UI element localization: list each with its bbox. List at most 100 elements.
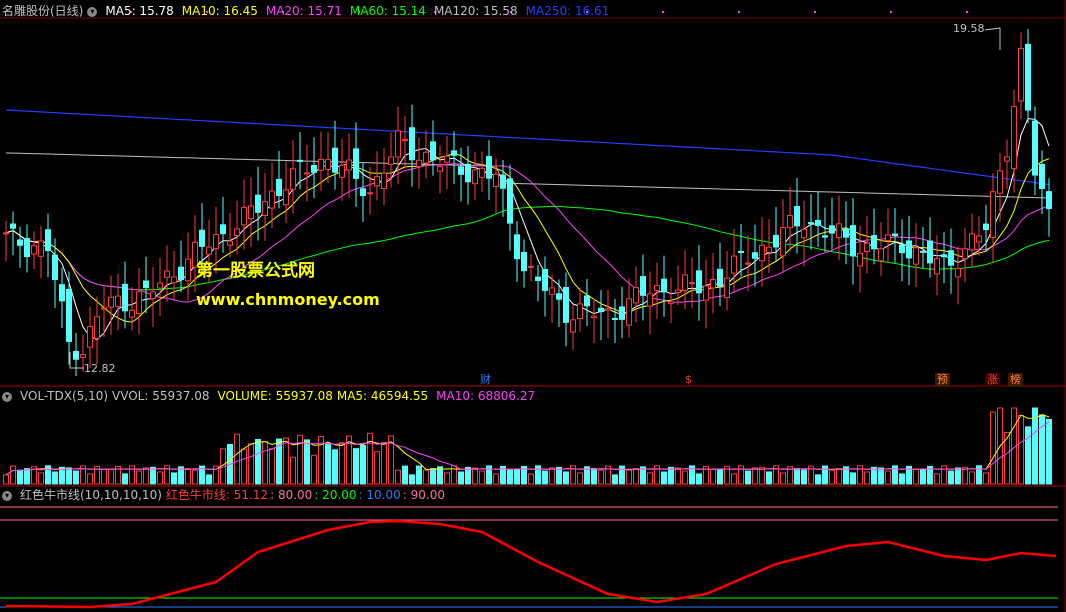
candle-body [773, 234, 779, 248]
volume-bar [192, 469, 198, 485]
volume-bar [913, 468, 919, 485]
candle-body [374, 176, 380, 187]
candle-body [73, 350, 79, 360]
volume-bar [1018, 415, 1024, 485]
candle-body [255, 194, 261, 213]
volume-bar [836, 468, 842, 485]
grid-dot [662, 11, 664, 13]
candle-body [234, 228, 240, 237]
candle-body [87, 325, 93, 348]
candle-body [801, 228, 807, 239]
candle-body [857, 252, 863, 267]
candle-body [850, 225, 856, 257]
watermark-url: www.chnmoney.com [196, 290, 380, 309]
candle-body [353, 148, 359, 179]
candle-body [507, 178, 513, 224]
candle-body [605, 308, 611, 311]
candle-body [955, 267, 961, 278]
candle-body [262, 201, 268, 217]
volume-bar [255, 438, 261, 485]
candle-body [654, 285, 660, 292]
stock-chart-window[interactable]: 名雕股份(日线) ▾ MA5: 15.78 MA10: 16.45 MA20: 15.7… [0, 0, 1066, 612]
candle-body [885, 234, 891, 241]
volume-bar [3, 474, 9, 485]
volume-bar [241, 448, 247, 485]
volume-bar [458, 471, 464, 485]
candle-body [171, 276, 177, 284]
volume-bar [668, 466, 674, 485]
candle-body [675, 289, 681, 294]
volume-value: VOLUME: 55937.08 [217, 389, 333, 403]
volume-bar [136, 470, 142, 485]
volume-bar [983, 472, 989, 485]
candle-body [31, 245, 37, 255]
candle-body [360, 188, 366, 197]
candle-body [990, 191, 996, 238]
volume-bar [934, 473, 940, 485]
level-20-value: : 20.00 [314, 488, 357, 502]
candle-body [836, 223, 842, 238]
collapse-icon[interactable]: ▾ [2, 490, 12, 501]
volume-bar [339, 442, 345, 485]
volume-bar [878, 467, 884, 485]
candle-body [696, 270, 702, 294]
candle-body [52, 254, 58, 280]
candle-body [563, 287, 569, 323]
volume-bar [696, 473, 702, 485]
volume-bar [766, 471, 772, 485]
candle-body [913, 247, 919, 265]
ma5-value: MA5: 15.78 [105, 4, 174, 18]
level-80-value: : 80.00 [270, 488, 313, 502]
candle-body [423, 151, 429, 164]
candle-body [535, 276, 541, 281]
dividend-event-marker[interactable]: $ [683, 373, 694, 387]
candle-body [115, 295, 121, 308]
candle-body [416, 159, 422, 168]
volume-bar [885, 470, 891, 485]
volume-bar [661, 471, 667, 485]
candle-body [521, 251, 527, 272]
collapse-icon[interactable]: ▾ [87, 6, 98, 17]
volume-bar [780, 472, 786, 485]
collapse-icon[interactable]: ▾ [2, 391, 12, 402]
ma250-value: MA250: 16.61 [525, 4, 610, 18]
candle-body [227, 240, 233, 246]
candle-body [59, 284, 65, 302]
candle-body [626, 298, 632, 326]
candle-body [1004, 156, 1010, 162]
candle-body [808, 222, 814, 225]
candle-body [395, 130, 401, 158]
volume-bar [542, 470, 548, 485]
volume-bar [423, 469, 429, 485]
volume-bar [493, 473, 499, 485]
volume-bar [108, 468, 114, 485]
limit-up-event-marker[interactable]: 涨 [985, 373, 1000, 387]
volume-bar [626, 469, 632, 485]
dragon-tiger-event-marker[interactable]: 榜 [1008, 373, 1023, 387]
candle-body [640, 276, 646, 296]
candle-body [787, 214, 793, 229]
high-price-label: 19.58 [953, 22, 985, 35]
candle-body [325, 159, 331, 170]
chart-canvas[interactable] [0, 0, 1066, 612]
candle-body [780, 227, 786, 257]
candle-body [367, 192, 373, 195]
finance-event-marker[interactable]: 财 [478, 373, 493, 387]
candle-body [738, 250, 744, 253]
volume-bar [717, 468, 723, 485]
candle-body [570, 319, 576, 333]
volume-bar [374, 451, 380, 485]
volume-bar [416, 465, 422, 485]
candle-body [1032, 120, 1038, 176]
volume-bar [745, 470, 751, 485]
candle-body [878, 248, 884, 262]
volume-bar [598, 469, 604, 485]
candle-body [500, 174, 506, 189]
vol-ma5-value: MA5: 46594.55 [336, 389, 429, 403]
volume-bar [290, 456, 296, 485]
volume-bar [262, 440, 268, 485]
volume-bar [759, 466, 765, 485]
volume-bar [269, 448, 275, 485]
forecast-event-marker[interactable]: 预 [935, 373, 950, 387]
volume-bar [829, 469, 835, 485]
